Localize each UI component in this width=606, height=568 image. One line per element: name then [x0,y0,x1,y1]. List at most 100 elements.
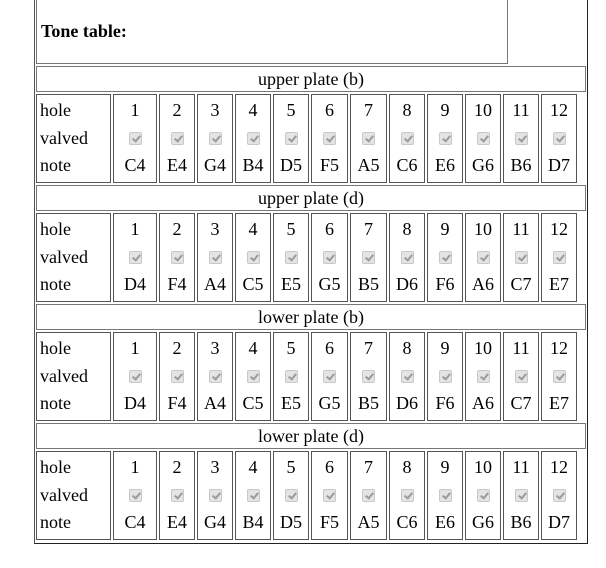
valved-checkbox[interactable] [284,369,298,383]
valved-checkbox[interactable] [323,369,336,383]
valved-checkbox[interactable] [246,369,260,383]
valved-checkbox[interactable] [476,488,490,502]
valved-checkbox[interactable] [438,250,452,264]
valved-checkbox[interactable] [208,250,222,264]
valved-checkbox[interactable] [170,250,184,264]
hole-number: 11 [512,219,530,239]
hole-number: 8 [402,219,412,239]
note-value: B4 [242,155,264,175]
title-cell: Tone table: [36,0,508,64]
row-label-hole: hole [40,219,71,239]
hole-number: 7 [364,457,373,477]
valved-wrapper [208,363,222,390]
valved-checkbox[interactable] [362,488,375,502]
hole-number: 11 [512,338,530,358]
valved-checkbox[interactable] [514,488,528,502]
hole-number: 4 [248,338,258,358]
note-value: E5 [281,274,301,294]
note-value: A4 [204,393,226,413]
valved-checkbox[interactable] [246,250,260,264]
valved-wrapper [284,482,298,509]
valved-checkbox[interactable] [514,250,528,264]
note-value: C6 [396,512,418,532]
valved-checkbox[interactable] [552,488,566,502]
valved-checkbox[interactable] [323,250,336,264]
hole-cell: 11 B6 [503,94,539,183]
hole-cell: 8 D6 [389,213,425,302]
valved-checkbox[interactable] [476,250,490,264]
valved-wrapper [128,125,142,152]
note-value: F4 [167,393,187,413]
valved-checkbox[interactable] [208,488,222,502]
valved-checkbox[interactable] [400,131,414,145]
valved-checkbox[interactable] [128,369,142,383]
valved-checkbox[interactable] [128,488,142,502]
valved-checkbox[interactable] [438,131,452,145]
note-value: D4 [124,393,146,413]
note-value: F6 [435,393,455,413]
hole-number: 4 [248,219,258,239]
valved-checkbox[interactable] [476,131,490,145]
hole-cell: 10 G6 [465,451,501,540]
hole-number: 12 [550,100,568,120]
note-value: A4 [204,274,226,294]
valved-wrapper [438,125,452,152]
hole-cell: 5 D5 [273,451,309,540]
valved-checkbox[interactable] [362,250,375,264]
valved-wrapper [514,363,528,390]
valved-checkbox[interactable] [170,131,184,145]
valved-checkbox[interactable] [438,488,452,502]
plate-header: lower plate (b) [36,304,586,330]
hole-cell: 6 F5 [311,451,348,540]
valved-checkbox[interactable] [476,369,490,383]
valved-checkbox[interactable] [400,488,414,502]
valved-checkbox[interactable] [284,131,298,145]
valved-checkbox[interactable] [362,369,375,383]
valved-checkbox[interactable] [170,488,184,502]
valved-checkbox[interactable] [400,250,414,264]
valved-wrapper [128,244,142,271]
hole-cell: 1 D4 [113,332,157,421]
hole-cell: 4 C5 [235,213,271,302]
valved-wrapper [476,244,490,271]
note-value: B5 [357,274,379,294]
valved-checkbox[interactable] [552,250,566,264]
valved-checkbox[interactable] [208,131,222,145]
valved-checkbox[interactable] [362,131,375,145]
hole-number: 11 [512,457,530,477]
valved-wrapper [170,482,184,509]
valved-checkbox[interactable] [438,369,452,383]
valved-checkbox[interactable] [246,488,260,502]
valved-checkbox[interactable] [552,131,566,145]
note-value: F6 [435,274,455,294]
valved-wrapper [552,244,566,271]
valved-wrapper [170,125,184,152]
valved-checkbox[interactable] [400,369,414,383]
note-value: E6 [435,512,455,532]
valved-checkbox[interactable] [170,369,184,383]
valved-checkbox[interactable] [208,369,222,383]
hole-number: 12 [550,457,568,477]
valved-checkbox[interactable] [284,488,298,502]
valved-wrapper [552,363,566,390]
valved-checkbox[interactable] [552,369,566,383]
note-value: G6 [472,155,494,175]
note-value: G5 [318,393,341,413]
hole-cell: 1 D4 [113,213,157,302]
valved-checkbox[interactable] [128,131,142,145]
hole-cell: 12 D7 [541,94,577,183]
valved-checkbox[interactable] [323,131,336,145]
hole-cell: 9 F6 [427,213,463,302]
valved-checkbox[interactable] [323,488,336,502]
plate-grid: hole valved note 1 D4 2 F4 3 A4 4 C5 5 E5 6 G5 7 B5 8 D6 9 F… [36,332,586,421]
hole-number: 6 [325,219,334,239]
valved-checkbox[interactable] [246,131,260,145]
valved-checkbox[interactable] [284,250,298,264]
note-value: C6 [396,155,418,175]
valved-checkbox[interactable] [514,131,528,145]
valved-wrapper [552,482,566,509]
hole-number: 2 [172,338,182,358]
valved-checkbox[interactable] [514,369,528,383]
valved-checkbox[interactable] [128,250,142,264]
hole-number: 10 [474,100,492,120]
